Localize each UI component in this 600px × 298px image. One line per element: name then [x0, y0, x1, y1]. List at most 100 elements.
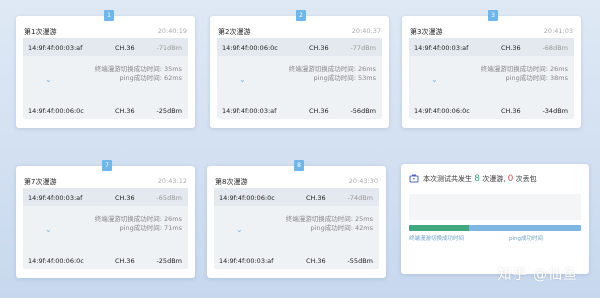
- from-channel: CH.36: [309, 44, 329, 52]
- ping-label: ping成功时间:: [119, 74, 162, 82]
- summary-title: 本次测试共发生 8 次漫游, 0 次丢包: [423, 174, 537, 184]
- roam-panel: 14:9f:4f:00:03:af CH.36 -65dBm 终端漫游切换成功时…: [23, 188, 188, 269]
- to-signal: -56dBm: [350, 107, 376, 115]
- roam-info: 终端漫游切换成功时间: 26ms ping成功时间: 71ms: [95, 215, 182, 233]
- from-mac: 14:9f:4f:00:03:af: [28, 194, 83, 202]
- roam-panel: 14:9f:4f:00:03:af CH.36 -71dBm 终端漫游切换成功时…: [23, 38, 188, 119]
- from-mac: 14:9f:4f:00:06:0c: [222, 44, 278, 52]
- from-signal: -68dBm: [542, 44, 568, 52]
- roam-title: 第1次漫游: [24, 28, 57, 36]
- roam-card-3: 3 第3次漫游 20:41:03 14:9f:4f:00:03:af CH.36…: [402, 10, 581, 128]
- ping-label: ping成功时间:: [505, 74, 548, 82]
- roam-panel: 14:9f:4f:00:06:0c CH.36 -74dBm 终端漫游切换成功时…: [214, 188, 379, 269]
- roam-count: 8: [474, 174, 480, 184]
- roam-to-row: 14:9f:4f:00:03:af CH.36 -55dBm: [214, 251, 379, 269]
- roam-title: 第8次漫游: [215, 178, 248, 186]
- switch-value: 26ms: [358, 65, 376, 73]
- to-mac: 14:9f:4f:00:06:0c: [414, 107, 470, 115]
- switch-value: 26ms: [550, 65, 568, 73]
- roam-index-badge: 8: [294, 160, 304, 171]
- roam-panel: 14:9f:4f:00:06:0c CH.36 -77dBm 终端漫游切换成功时…: [217, 38, 382, 119]
- ping-value: 38ms: [550, 74, 568, 82]
- watermark: 知乎 @仙鱼: [497, 267, 578, 283]
- ping-label: ping成功时间:: [313, 74, 356, 82]
- roam-info: 终端漫游切换成功时间: 26ms ping成功时间: 53ms: [289, 65, 376, 83]
- chevron-down-icon: ⌄: [239, 75, 246, 84]
- ping-value: 53ms: [358, 74, 376, 82]
- roam-title: 第7次漫游: [24, 178, 57, 186]
- ping-value: 62ms: [164, 74, 182, 82]
- from-channel: CH.36: [501, 44, 521, 52]
- ping-value: 42ms: [355, 224, 373, 232]
- summary-panel: [409, 194, 581, 220]
- loss-count: 0: [507, 174, 514, 184]
- switch-label: 终端漫游切换成功时间:: [94, 215, 162, 223]
- switch-label: 终端漫游切换成功时间:: [94, 65, 162, 73]
- switch-value: 25ms: [355, 215, 373, 223]
- roam-card-1: 1 第1次漫游 20:40:19 14:9f:4f:00:03:af CH.36…: [16, 10, 195, 128]
- switch-label: 终端漫游切换成功时间:: [285, 215, 353, 223]
- roam-info: 终端漫游切换成功时间: 25ms ping成功时间: 42ms: [286, 215, 373, 233]
- to-signal: -25dBm: [156, 107, 182, 115]
- roam-panel: 14:9f:4f:00:03:af CH.36 -68dBm 终端漫游切换成功时…: [409, 38, 574, 119]
- roam-time: 20:43:12: [157, 177, 187, 185]
- to-mac: 14:9f:4f:00:03:af: [222, 107, 277, 115]
- ping-label: ping成功时间:: [119, 224, 162, 232]
- to-channel: CH.36: [115, 257, 135, 265]
- legend-ping-label: ping成功时间: [509, 236, 543, 242]
- to-channel: CH.36: [115, 107, 135, 115]
- roam-from-row: 14:9f:4f:00:03:af CH.36 -65dBm: [23, 188, 188, 206]
- to-mac: 14:9f:4f:00:06:0c: [28, 257, 84, 265]
- chevron-down-icon: ⌄: [236, 225, 243, 234]
- from-signal: -71dBm: [156, 44, 182, 52]
- switch-label: 终端漫游切换成功时间:: [480, 65, 548, 73]
- to-mac: 14:9f:4f:00:03:af: [219, 257, 274, 265]
- to-channel: CH.36: [309, 107, 329, 115]
- roam-from-row: 14:9f:4f:00:03:af CH.36 -71dBm: [23, 38, 188, 56]
- legend-switch-label: 终端漫游切换成功时间: [409, 236, 465, 242]
- legend-switch: 终端漫游切换成功时间: [409, 234, 464, 242]
- roam-to-row: 14:9f:4f:00:06:0c CH.36 -25dBm: [23, 251, 188, 269]
- roam-info: 终端漫游切换成功时间: 35ms ping成功时间: 62ms: [95, 65, 182, 83]
- legend-ping: ping成功时间: [509, 234, 543, 242]
- switch-label: 终端漫游切换成功时间:: [288, 65, 356, 73]
- roam-to-row: 14:9f:4f:00:06:0c CH.36 -34dBm: [409, 101, 574, 119]
- from-mac: 14:9f:4f:00:06:0c: [219, 194, 275, 202]
- from-mac: 14:9f:4f:00:03:af: [414, 44, 469, 52]
- roam-time: 20:40:37: [351, 27, 381, 35]
- from-channel: CH.36: [306, 194, 326, 202]
- to-signal: -55dBm: [347, 257, 373, 265]
- from-channel: CH.36: [115, 44, 135, 52]
- switch-value: 35ms: [164, 65, 182, 73]
- from-signal: -65dBm: [156, 194, 182, 202]
- roam-index-badge: 3: [488, 10, 498, 21]
- roam-card-2: 2 第2次漫游 20:40:37 14:9f:4f:00:06:0c CH.36…: [210, 10, 389, 128]
- roam-time: 20:41:03: [543, 27, 573, 35]
- ping-value: 71ms: [164, 224, 182, 232]
- summary-prefix: 本次测试共发生: [423, 175, 472, 183]
- to-channel: CH.36: [501, 107, 521, 115]
- roam-card-7: 7 第7次漫游 20:43:12 14:9f:4f:00:03:af CH.36…: [16, 160, 195, 278]
- summary-card: 本次测试共发生 8 次漫游, 0 次丢包 终端漫游切换成功时间 ping成功时间: [401, 164, 589, 274]
- roam-time: 20:40:19: [157, 27, 187, 35]
- roam-index-badge: 7: [102, 160, 112, 171]
- ping-label: ping成功时间:: [310, 224, 353, 232]
- from-signal: -74dBm: [347, 194, 373, 202]
- roam-index-badge: 2: [296, 10, 306, 21]
- roam-from-row: 14:9f:4f:00:03:af CH.36 -68dBm: [409, 38, 574, 56]
- roam-title: 第3次漫游: [410, 28, 443, 36]
- from-signal: -77dBm: [350, 44, 376, 52]
- roam-from-row: 14:9f:4f:00:06:0c CH.36 -74dBm: [214, 188, 379, 206]
- roam-title: 第2次漫游: [218, 28, 251, 36]
- roam-from-row: 14:9f:4f:00:06:0c CH.36 -77dBm: [217, 38, 382, 56]
- roam-time: 20:43:30: [348, 177, 378, 185]
- roam-unit: 次漫游,: [482, 175, 506, 183]
- timing-bar: [409, 225, 581, 231]
- from-mac: 14:9f:4f:00:03:af: [28, 44, 83, 52]
- roam-to-row: 14:9f:4f:00:03:af CH.36 -56dBm: [217, 101, 382, 119]
- to-channel: CH.36: [306, 257, 326, 265]
- roam-index-badge: 1: [104, 10, 114, 21]
- from-channel: CH.36: [115, 194, 135, 202]
- roam-to-row: 14:9f:4f:00:06:0c CH.36 -25dBm: [23, 101, 188, 119]
- loss-unit: 次丢包: [515, 175, 537, 183]
